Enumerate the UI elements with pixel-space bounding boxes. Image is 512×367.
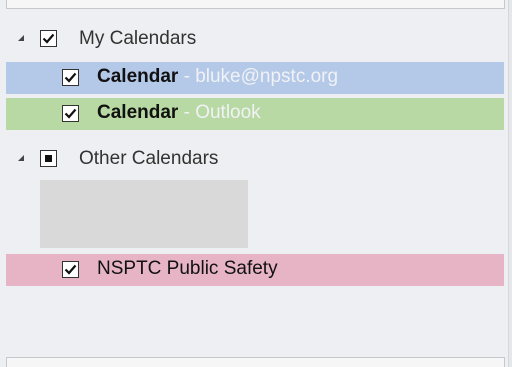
calendar-label: Calendar - Outlook	[97, 102, 261, 124]
calendar-name: Calendar	[97, 66, 179, 87]
calendar-item[interactable]: NSPTC Public Safety	[6, 254, 504, 286]
calendar-checkbox[interactable]	[62, 261, 79, 278]
group-my-calendars[interactable]: My Calendars	[0, 24, 500, 54]
top-scroll-edge[interactable]	[6, 0, 505, 9]
calendar-item[interactable]: Calendar - Outlook	[6, 98, 504, 130]
group-checkbox-my-calendars[interactable]	[40, 30, 57, 47]
calendar-label: Calendar - bluke@npstc.org	[97, 66, 338, 88]
group-checkbox-other-calendars[interactable]	[40, 150, 57, 167]
checkmark-icon	[64, 108, 77, 119]
calendar-account: bluke@npstc.org	[195, 66, 339, 87]
calendar-checkbox[interactable]	[62, 105, 79, 122]
calendar-navigation-pane: My Calendars Calendar - bluke@npstc.org …	[0, 0, 512, 367]
calendar-name: NSPTC Public Safety	[97, 258, 278, 279]
checkmark-icon	[42, 33, 55, 44]
calendar-item[interactable]: Calendar - bluke@npstc.org	[6, 62, 504, 94]
calendar-name: Calendar	[97, 102, 179, 123]
calendar-separator: -	[178, 66, 196, 87]
calendar-account: Outlook	[195, 102, 261, 123]
redacted-calendar-item	[40, 180, 248, 248]
bottom-scroll-edge[interactable]	[6, 357, 505, 367]
checkmark-icon	[64, 72, 77, 83]
calendar-label: NSPTC Public Safety	[97, 258, 278, 280]
calendar-separator: -	[178, 102, 196, 123]
expand-collapse-icon[interactable]	[18, 155, 24, 161]
vertical-scrollbar[interactable]	[508, 0, 512, 367]
expand-collapse-icon[interactable]	[18, 35, 24, 41]
partial-check-icon	[45, 155, 52, 162]
group-label: My Calendars	[79, 28, 197, 49]
group-label: Other Calendars	[79, 148, 219, 169]
calendar-checkbox[interactable]	[62, 69, 79, 86]
checkmark-icon	[64, 264, 77, 275]
group-other-calendars[interactable]: Other Calendars	[0, 144, 500, 174]
